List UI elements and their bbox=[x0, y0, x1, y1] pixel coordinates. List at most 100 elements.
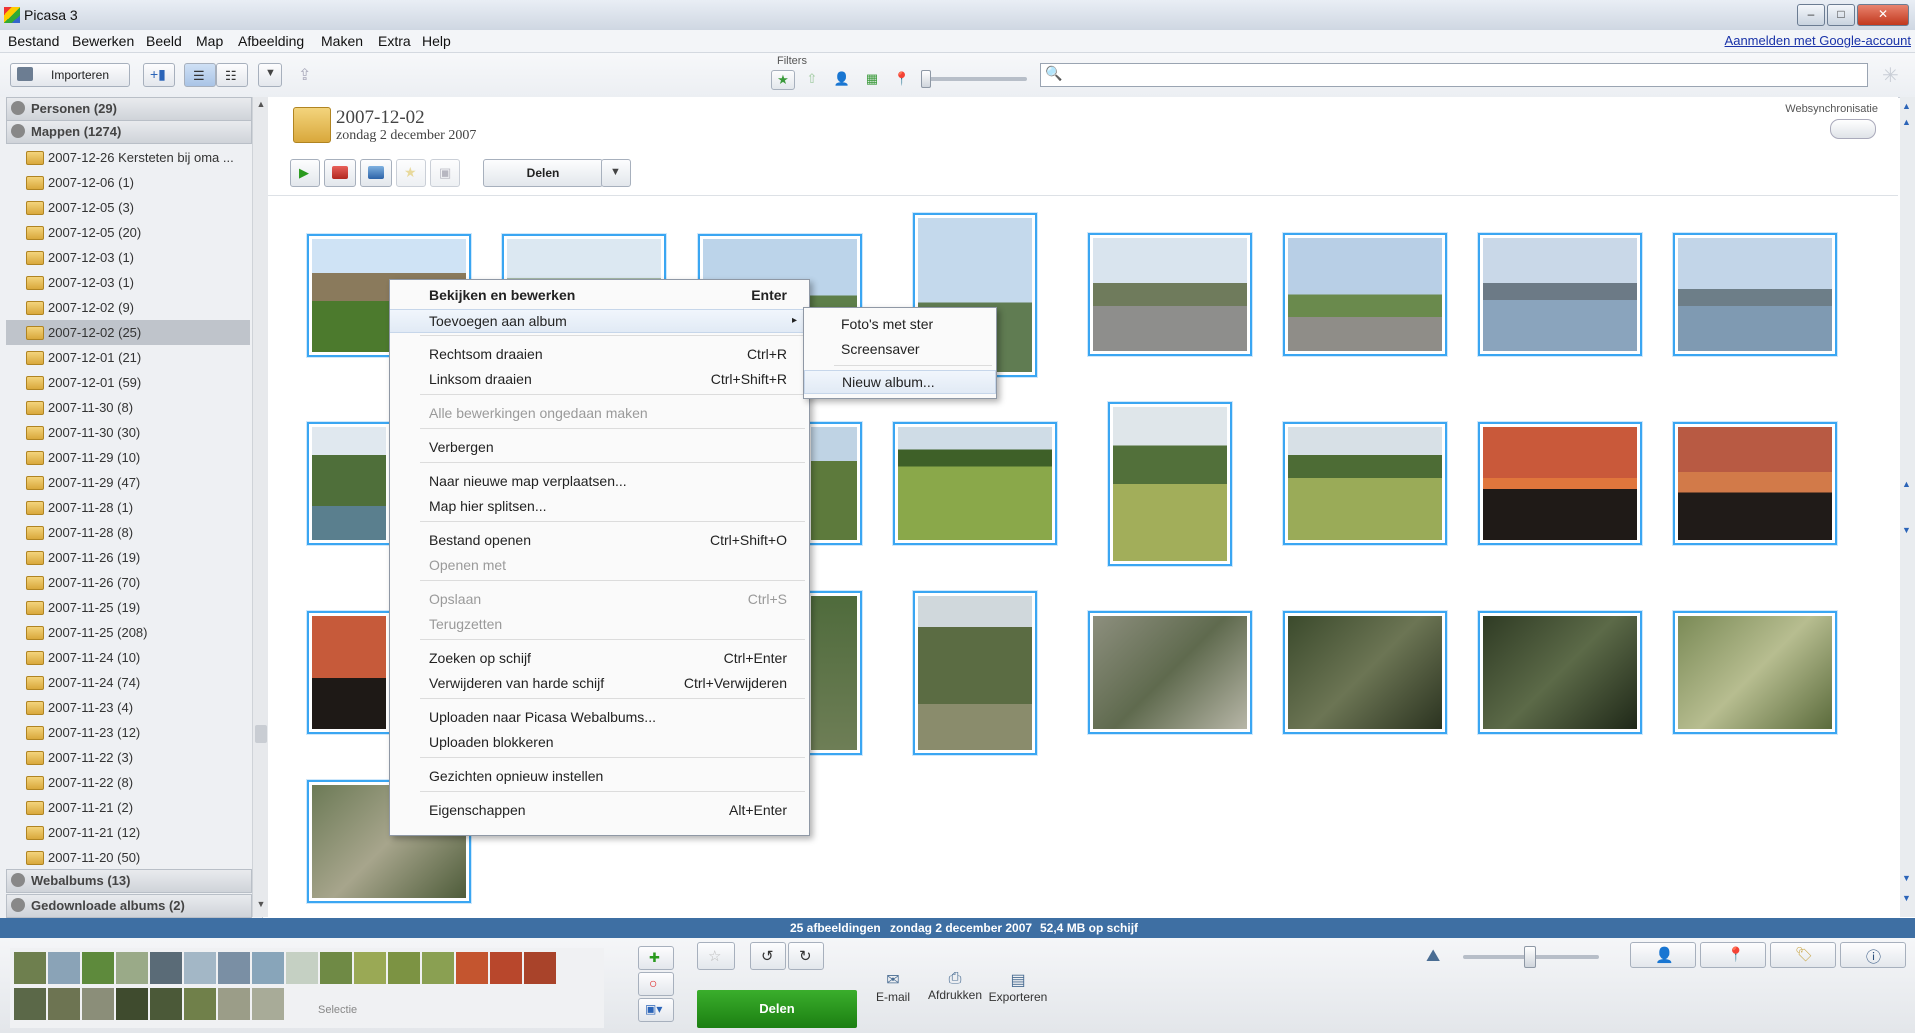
photo-thumbnail[interactable] bbox=[806, 422, 862, 545]
date-filter-handle[interactable] bbox=[921, 70, 931, 88]
photo-thumbnail[interactable] bbox=[1283, 233, 1447, 356]
menu-item-save[interactable]: Opslaan Ctrl+S bbox=[390, 588, 809, 610]
menu-item-hide[interactable]: Verbergen bbox=[390, 436, 809, 458]
tags-button[interactable]: 🏷 bbox=[1770, 942, 1836, 968]
share-button[interactable]: Delen bbox=[483, 159, 603, 187]
menu-maken[interactable]: Maken bbox=[321, 33, 363, 49]
save-button[interactable]: ▣ bbox=[430, 159, 460, 187]
menu-item-view-edit[interactable]: Bekijken en bewerken Enter bbox=[390, 284, 809, 306]
slideshow-button[interactable]: ▶ bbox=[290, 159, 320, 187]
folder-list-item[interactable]: 2007-12-06 (1) bbox=[6, 170, 250, 195]
folder-list-item[interactable]: 2007-11-26 (70) bbox=[6, 570, 250, 595]
star-filter-icon[interactable]: ★ bbox=[771, 70, 795, 90]
menu-item-revert[interactable]: Terugzetten bbox=[390, 613, 809, 635]
folder-list-item[interactable]: 2007-12-03 (1) bbox=[6, 270, 250, 295]
scroll-bottom-icon[interactable]: ▼ bbox=[1902, 893, 1911, 903]
photo-thumbnail[interactable] bbox=[1283, 611, 1447, 734]
share-green-button[interactable]: Delen bbox=[697, 990, 857, 1028]
add-to-album-button[interactable]: +▮ bbox=[143, 63, 175, 87]
photo-thumbnail[interactable] bbox=[1673, 233, 1837, 356]
view-dropdown-button[interactable]: ▼ bbox=[258, 63, 282, 87]
scroll-up-icon[interactable]: ▲ bbox=[255, 99, 267, 113]
photo-thumbnail[interactable] bbox=[1478, 422, 1642, 545]
menu-item-open-with[interactable]: Openen met bbox=[390, 554, 809, 576]
menu-item-rotate-left[interactable]: Linksom draaien Ctrl+Shift+R bbox=[390, 368, 809, 390]
album-dropdown-button[interactable]: ▣▾ bbox=[638, 998, 674, 1022]
photo-thumbnail[interactable] bbox=[1673, 611, 1837, 734]
photo-thumbnail[interactable] bbox=[1108, 402, 1232, 566]
export-button[interactable]: ▤ Exporteren bbox=[985, 970, 1051, 1004]
folder-list-item[interactable]: 2007-11-23 (4) bbox=[6, 695, 250, 720]
star-button[interactable]: ★ bbox=[396, 159, 426, 187]
sidebar-scrollbar[interactable]: ▲ ▼ bbox=[252, 97, 269, 917]
tree-view-button[interactable]: ☷ bbox=[216, 63, 248, 87]
print-button[interactable]: ⎙ Afdrukken bbox=[925, 970, 985, 1002]
webalbums-section-header[interactable]: Webalbums (13) bbox=[6, 869, 252, 893]
folder-list-item[interactable]: 2007-11-28 (1) bbox=[6, 495, 250, 520]
folder-list-item[interactable]: 2007-11-28 (8) bbox=[6, 520, 250, 545]
websync-toggle[interactable] bbox=[1830, 119, 1876, 139]
scroll-down-icon[interactable]: ▼ bbox=[1902, 525, 1911, 535]
menu-bewerken[interactable]: Bewerken bbox=[72, 33, 134, 49]
menu-item-locate-on-disk[interactable]: Zoeken op schijf Ctrl+Enter bbox=[390, 647, 809, 669]
photo-thumbnail[interactable] bbox=[1088, 233, 1252, 356]
photo-thumbnail[interactable] bbox=[1283, 422, 1447, 545]
folder-list-item[interactable]: 2007-11-29 (47) bbox=[6, 470, 250, 495]
scroll-top-icon[interactable]: ▲ bbox=[1902, 101, 1911, 111]
folder-list-item[interactable]: 2007-11-29 (10) bbox=[6, 445, 250, 470]
submenu-item-screensaver[interactable]: Screensaver bbox=[804, 338, 996, 360]
photo-thumbnail[interactable] bbox=[806, 591, 862, 755]
folder-list-item[interactable]: 2007-11-26 (19) bbox=[6, 545, 250, 570]
menu-help[interactable]: Help bbox=[422, 33, 451, 49]
photo-scrollbar[interactable]: ▲ ▲ ▲ ▼ ▼ ▼ bbox=[1900, 97, 1915, 917]
scroll-down-icon[interactable]: ▼ bbox=[1902, 873, 1911, 883]
email-button[interactable]: ✉ E-mail bbox=[875, 970, 911, 1004]
photo-tray[interactable]: Selectie bbox=[10, 948, 604, 1028]
folder-list-item[interactable]: 2007-12-01 (59) bbox=[6, 370, 250, 395]
rotate-right-button[interactable]: ↻ bbox=[788, 942, 824, 970]
folder-list-item[interactable]: 2007-11-22 (3) bbox=[6, 745, 250, 770]
menu-item-rotate-right[interactable]: Rechtsom draaien Ctrl+R bbox=[390, 343, 809, 365]
folder-list-item[interactable]: 2007-11-25 (208) bbox=[6, 620, 250, 645]
menu-item-upload-webalbums[interactable]: Uploaden naar Picasa Webalbums... bbox=[390, 706, 809, 728]
menu-item-undo-all[interactable]: Alle bewerkingen ongedaan maken bbox=[390, 402, 809, 424]
video-filter-icon[interactable]: ▦ bbox=[861, 70, 883, 88]
folder-list-item[interactable]: 2007-12-01 (21) bbox=[6, 345, 250, 370]
folder-list-item[interactable]: 2007-12-26 Kersteten bij oma ... bbox=[6, 145, 250, 170]
menu-item-properties[interactable]: Eigenschappen Alt+Enter bbox=[390, 799, 809, 821]
scroll-up-icon[interactable]: ▲ bbox=[1902, 479, 1911, 489]
photo-thumbnail[interactable] bbox=[1478, 611, 1642, 734]
folder-list-item[interactable]: 2007-12-02 (9) bbox=[6, 295, 250, 320]
folder-list-item[interactable]: 2007-11-30 (8) bbox=[6, 395, 250, 420]
folder-list-item[interactable]: 2007-12-02 (25) bbox=[6, 320, 250, 345]
photo-thumbnail[interactable] bbox=[1088, 611, 1252, 734]
clear-button[interactable]: ○ bbox=[638, 972, 674, 996]
folder-list-item[interactable]: 2007-12-03 (1) bbox=[6, 245, 250, 270]
signin-link[interactable]: Aanmelden met Google-account bbox=[1725, 33, 1911, 48]
menu-item-move-folder[interactable]: Naar nieuwe map verplaatsen... bbox=[390, 470, 809, 492]
submenu-item-starred[interactable]: Foto's met ster bbox=[804, 313, 996, 335]
share-dropdown-button[interactable]: ▼ bbox=[601, 159, 631, 187]
menu-item-open-file[interactable]: Bestand openen Ctrl+Shift+O bbox=[390, 529, 809, 551]
menu-item-add-to-album[interactable]: Toevoegen aan album ▸ bbox=[390, 309, 809, 333]
menu-bestand[interactable]: Bestand bbox=[8, 33, 59, 49]
folders-section-header[interactable]: Mappen (1274) bbox=[6, 120, 252, 144]
rotate-left-button[interactable]: ↺ bbox=[750, 942, 786, 970]
scroll-up-icon[interactable]: ▲ bbox=[1902, 117, 1911, 127]
geotag-filter-icon[interactable]: 📍 bbox=[891, 70, 913, 88]
minimize-button[interactable]: – bbox=[1797, 4, 1825, 26]
downloaded-albums-section-header[interactable]: Gedownloade albums (2) bbox=[6, 894, 252, 918]
menu-afbeelding[interactable]: Afbeelding bbox=[238, 33, 304, 49]
photo-thumbnail[interactable] bbox=[307, 422, 391, 545]
date-filter-slider[interactable] bbox=[923, 77, 1027, 81]
menu-item-reset-faces[interactable]: Gezichten opnieuw instellen bbox=[390, 765, 809, 787]
menu-beeld[interactable]: Beeld bbox=[146, 33, 182, 49]
folder-list-item[interactable]: 2007-11-24 (74) bbox=[6, 670, 250, 695]
hold-button[interactable]: ✚ bbox=[638, 946, 674, 970]
photo-thumbnail[interactable] bbox=[1673, 422, 1837, 545]
folder-list-item[interactable]: 2007-11-20 (50) bbox=[6, 845, 250, 870]
people-button[interactable]: 👤 bbox=[1630, 942, 1696, 968]
folder-list-item[interactable]: 2007-11-23 (12) bbox=[6, 720, 250, 745]
thumbnail-size-handle[interactable] bbox=[1524, 946, 1536, 968]
sidebar-scroll-thumb[interactable] bbox=[255, 725, 267, 743]
